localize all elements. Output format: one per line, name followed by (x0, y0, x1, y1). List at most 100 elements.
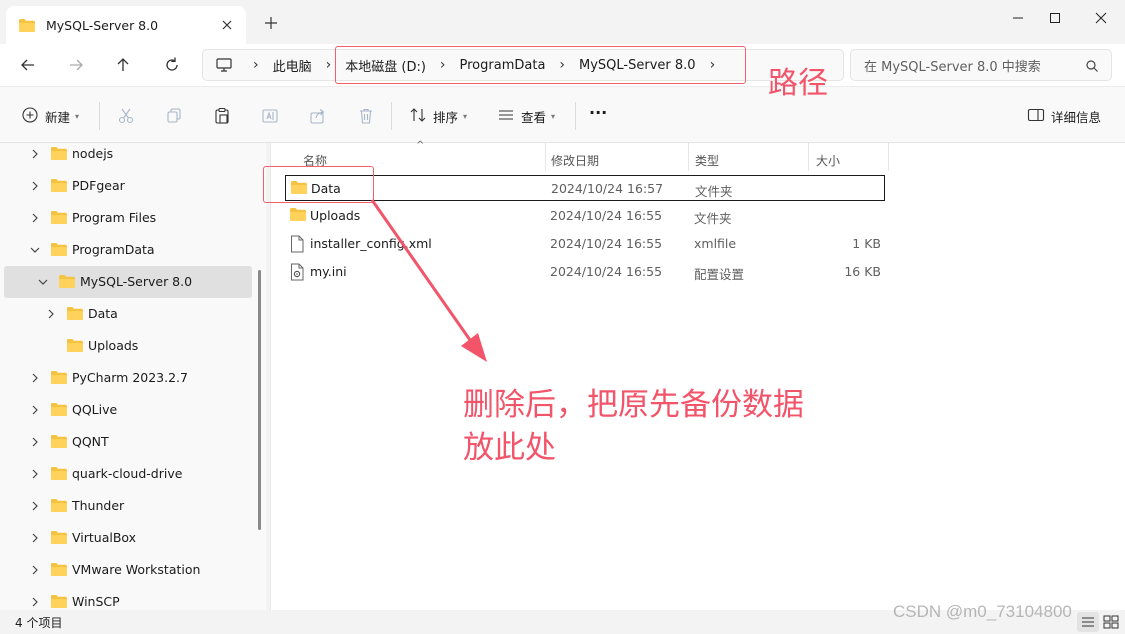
chevron-down-icon: ▾ (75, 111, 80, 121)
file-name: my.ini (310, 264, 347, 279)
sidebar-item-label: QQNT (72, 434, 109, 449)
sidebar-scrollbar[interactable] (258, 270, 261, 530)
data-folder-highlight-box (263, 166, 374, 203)
delete-icon[interactable] (357, 106, 375, 126)
sidebar-item[interactable]: VirtualBox (4, 522, 252, 554)
file-row[interactable]: Data 2024/10/24 16:57 文件夹 (285, 175, 885, 201)
sort-label: 排序 (433, 109, 459, 125)
refresh-icon[interactable] (162, 55, 182, 75)
details-pane-icon (1027, 107, 1045, 126)
column-header-type[interactable]: 类型 (695, 147, 719, 173)
chevron-right-icon: › (253, 57, 259, 73)
backup-note-line-2: 放此处 (463, 430, 556, 466)
chevron-right-icon[interactable] (29, 148, 41, 160)
cut-icon[interactable] (117, 106, 135, 126)
plus-circle-icon (21, 106, 39, 127)
chevron-right-icon[interactable] (29, 180, 41, 192)
file-modified: 2024/10/24 16:55 (550, 264, 663, 279)
folder-icon (66, 306, 84, 324)
column-divider[interactable] (688, 143, 689, 171)
forward-arrow-icon[interactable] (66, 55, 86, 75)
chevron-right-icon[interactable] (29, 564, 41, 576)
view-label: 查看 (521, 109, 547, 125)
sidebar-item[interactable]: Data (4, 298, 252, 330)
sidebar-item[interactable]: VMware Workstation (4, 554, 252, 586)
settings-file-icon (289, 263, 305, 284)
chevron-right-icon[interactable] (29, 372, 41, 384)
chevron-right-icon[interactable] (29, 436, 41, 448)
new-tab-icon[interactable] (262, 14, 280, 32)
folder-icon (50, 402, 68, 420)
tab-mysql-server[interactable]: MySQL-Server 8.0 (6, 6, 246, 44)
sidebar-item[interactable]: WinSCP (4, 586, 252, 610)
details-pane-button[interactable]: 详细信息 (1027, 106, 1101, 126)
folder-icon (50, 466, 68, 484)
chevron-right-icon[interactable] (29, 596, 41, 608)
file-row[interactable]: Uploads 2024/10/24 16:55 文件夹 (285, 203, 885, 229)
folder-icon (50, 434, 68, 452)
folder-icon (50, 498, 68, 516)
sidebar-item-label: quark-cloud-drive (72, 466, 183, 481)
folder-icon (50, 562, 68, 580)
folder-icon (289, 207, 307, 225)
close-window-icon[interactable] (1091, 8, 1111, 28)
path-annotation: 路径 (768, 66, 828, 101)
search-icon (1085, 59, 1099, 77)
sidebar-item[interactable]: ProgramData (4, 234, 252, 266)
item-count: 4 个项目 (15, 616, 63, 630)
chevron-right-icon[interactable] (29, 532, 41, 544)
view-button[interactable]: 查看 ▾ (497, 106, 555, 126)
more-options-button[interactable]: ··· (589, 102, 607, 122)
back-arrow-icon[interactable] (18, 55, 38, 75)
column-divider[interactable] (888, 143, 889, 171)
sidebar-item[interactable]: quark-cloud-drive (4, 458, 252, 490)
sidebar-item[interactable]: PyCharm 2023.2.7 (4, 362, 252, 394)
sidebar-item[interactable]: MySQL-Server 8.0 (4, 266, 252, 298)
breadcrumb-this-pc[interactable]: 此电脑 (273, 56, 312, 75)
up-arrow-icon[interactable] (113, 55, 133, 75)
details-view-icon[interactable] (1077, 612, 1099, 632)
paste-icon[interactable] (213, 106, 231, 126)
large-icons-view-icon[interactable] (1100, 612, 1122, 632)
folder-icon (58, 274, 76, 292)
search-placeholder: 在 MySQL-Server 8.0 中搜索 (864, 59, 1041, 75)
sidebar-item[interactable]: Uploads (4, 330, 252, 362)
sidebar-item[interactable]: QQNT (4, 426, 252, 458)
chevron-down-icon[interactable] (29, 244, 41, 256)
sidebar-item[interactable]: QQLive (4, 394, 252, 426)
chevron-right-icon[interactable] (29, 500, 41, 512)
sidebar-item[interactable]: Program Files (4, 202, 252, 234)
watermark: CSDN @m0_73104800 (893, 602, 1072, 621)
file-type: 文件夹 (695, 184, 733, 199)
folder-icon (50, 210, 68, 228)
column-header-size[interactable]: 大小 (816, 147, 840, 173)
file-row[interactable]: my.ini 2024/10/24 16:55 配置设置 16 KB (285, 259, 885, 285)
column-header-modified[interactable]: 修改日期 (551, 147, 599, 173)
chevron-right-icon[interactable] (45, 308, 57, 320)
sort-button[interactable]: 排序 ▾ (409, 106, 467, 126)
close-tab-icon[interactable] (220, 18, 234, 32)
chevron-right-icon[interactable] (29, 468, 41, 480)
maximize-icon[interactable] (1045, 8, 1065, 28)
new-label: 新建 (45, 109, 71, 125)
file-modified: 2024/10/24 16:55 (550, 208, 663, 223)
search-input[interactable]: 在 MySQL-Server 8.0 中搜索 (850, 49, 1112, 81)
sidebar-item[interactable]: nodejs (4, 143, 252, 170)
chevron-right-icon[interactable] (29, 404, 41, 416)
column-divider[interactable] (808, 143, 809, 171)
column-divider[interactable] (545, 143, 546, 171)
file-type: xmlfile (694, 236, 737, 251)
copy-icon[interactable] (165, 106, 183, 126)
sidebar-item[interactable]: PDFgear (4, 170, 252, 202)
folder-icon (66, 338, 84, 356)
chevron-right-icon[interactable] (29, 212, 41, 224)
rename-icon[interactable] (261, 106, 279, 126)
sidebar-item-label: Thunder (72, 498, 125, 513)
share-icon[interactable] (309, 106, 327, 126)
new-button[interactable]: 新建 ▾ (21, 106, 79, 126)
file-row[interactable]: installer_config.xml 2024/10/24 16:55 xmlf… (285, 231, 885, 257)
file-modified: 2024/10/24 16:55 (550, 236, 663, 251)
chevron-down-icon[interactable] (37, 276, 49, 288)
sidebar-item[interactable]: Thunder (4, 490, 252, 522)
minimize-icon[interactable] (1008, 8, 1028, 28)
